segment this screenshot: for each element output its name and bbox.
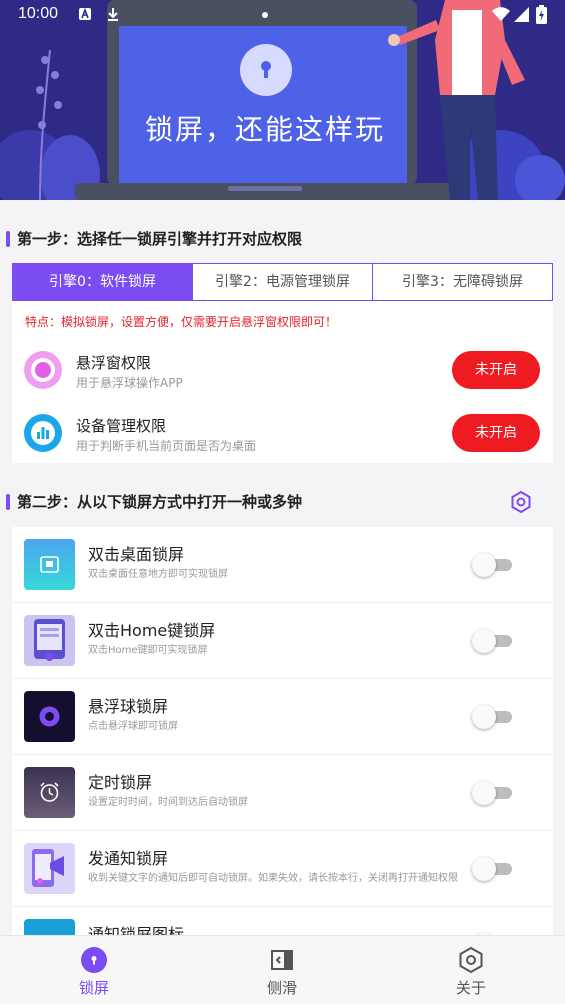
list-item-double-tap-desktop[interactable]: 双击桌面锁屏 双击桌面任意地方即可实现锁屏 bbox=[12, 527, 553, 603]
list-item-timed-lock[interactable]: 定时锁屏 设置定时时间，时间到达后自动锁屏 bbox=[12, 755, 553, 831]
notification-megaphone-icon bbox=[24, 843, 75, 894]
about-hexagon-icon bbox=[459, 946, 483, 974]
list-item-notification-lock[interactable]: 发通知锁屏 收到关键文字的通知后即可自动锁屏。如果失效，请长按本行，关闭再打开通… bbox=[12, 831, 553, 907]
method-title: 悬浮球锁屏 bbox=[88, 697, 169, 716]
method-title: 双击桌面锁屏 bbox=[88, 545, 185, 564]
bottom-nav: 锁屏 侧滑 关于 bbox=[0, 935, 565, 1004]
nav-side-swipe[interactable]: 侧滑 bbox=[188, 936, 376, 1004]
heading-accent-bar bbox=[6, 231, 10, 247]
notification-a-icon bbox=[79, 7, 91, 20]
lock-screen-icon bbox=[81, 947, 107, 973]
method-desc: 收到关键文字的通知后即可自动锁屏。如果失效，请长按本行，关闭再打开通知权限 bbox=[88, 873, 458, 884]
enable-floating-permission-button[interactable]: 未开启 bbox=[452, 351, 540, 389]
step2-title: 第二步：从以下锁屏方式中打开一种或多钟 bbox=[17, 493, 303, 511]
step1-heading: 第一步：选择任一锁屏引擎并打开对应权限 bbox=[0, 227, 565, 251]
double-home-icon bbox=[24, 615, 75, 666]
tab-engine-0[interactable]: 引擎0：软件锁屏 bbox=[13, 264, 193, 300]
device-admin-icon bbox=[24, 414, 62, 452]
wifi-icon bbox=[492, 7, 510, 21]
banner-illustration bbox=[0, 0, 565, 200]
double-tap-desktop-icon bbox=[24, 539, 75, 590]
status-bar: 10:00 bbox=[0, 0, 565, 30]
download-icon bbox=[108, 8, 118, 21]
method-title: 定时锁屏 bbox=[88, 773, 153, 792]
floating-ball-toggle[interactable] bbox=[472, 705, 514, 729]
list-item-notification-icon[interactable]: 通知锁屏图标 bbox=[12, 907, 553, 937]
nav-lock-screen[interactable]: 锁屏 bbox=[0, 936, 188, 1004]
enable-device-admin-button[interactable]: 未开启 bbox=[452, 414, 540, 452]
hexagon-settings-icon[interactable] bbox=[510, 490, 532, 514]
step2-heading: 第二步：从以下锁屏方式中打开一种或多钟 bbox=[0, 490, 565, 514]
permission-title: 悬浮窗权限 bbox=[76, 354, 152, 372]
nav-about[interactable]: 关于 bbox=[377, 936, 565, 1004]
double-tap-desktop-toggle[interactable] bbox=[472, 553, 514, 577]
permission-row-floating: 悬浮窗权限 用于悬浮球操作APP 未开启 bbox=[12, 345, 553, 395]
timed-lock-toggle[interactable] bbox=[472, 781, 514, 805]
list-item-floating-ball[interactable]: 悬浮球锁屏 点击悬浮球即可锁屏 bbox=[12, 679, 553, 755]
method-desc: 设置定时时间，时间到达后自动锁屏 bbox=[88, 797, 248, 808]
method-title: 发通知锁屏 bbox=[88, 849, 169, 868]
permission-desc: 用于判断手机当前页面是否为桌面 bbox=[76, 439, 257, 453]
permission-desc: 用于悬浮球操作APP bbox=[76, 376, 183, 390]
step1-title: 第一步：选择任一锁屏引擎并打开对应权限 bbox=[17, 230, 303, 248]
nav-label: 关于 bbox=[455, 979, 486, 997]
tab-engine-3[interactable]: 引擎3：无障碍锁屏 bbox=[373, 264, 552, 300]
side-swipe-icon bbox=[271, 950, 293, 970]
method-desc: 点击悬浮球即可锁屏 bbox=[88, 721, 178, 732]
method-title: 双击Home键锁屏 bbox=[88, 621, 216, 640]
permission-title: 设备管理权限 bbox=[76, 417, 167, 435]
method-desc: 双击桌面任意地方即可实现锁屏 bbox=[88, 569, 228, 580]
hero-banner: 锁屏，还能这样玩 bbox=[0, 0, 565, 200]
nav-label: 锁屏 bbox=[78, 979, 109, 997]
signal-icon bbox=[514, 7, 529, 22]
list-item-double-home[interactable]: 双击Home键锁屏 双击Home键即可实现锁屏 bbox=[12, 603, 553, 679]
engine-tabs: 引擎0：软件锁屏 引擎2：电源管理锁屏 引擎3：无障碍锁屏 bbox=[12, 263, 553, 301]
heading-accent-bar bbox=[6, 494, 10, 510]
banner-title: 锁屏，还能这样玩 bbox=[144, 113, 385, 146]
floating-window-icon bbox=[24, 351, 62, 389]
floating-ball-icon bbox=[24, 691, 75, 742]
notification-lock-toggle[interactable] bbox=[472, 857, 514, 881]
status-time: 10:00 bbox=[18, 5, 59, 22]
alarm-clock-icon bbox=[24, 767, 75, 818]
permission-row-device-admin: 设备管理权限 用于判断手机当前页面是否为桌面 未开启 bbox=[12, 408, 553, 458]
battery-icon bbox=[536, 5, 547, 24]
double-home-toggle[interactable] bbox=[472, 629, 514, 653]
engine-tip: 特点：模拟锁屏，设置方便，仅需要开启悬浮窗权限即可！ bbox=[25, 315, 338, 329]
method-desc: 双击Home键即可实现锁屏 bbox=[88, 645, 208, 656]
tab-engine-2[interactable]: 引擎2：电源管理锁屏 bbox=[193, 264, 373, 300]
nav-label: 侧滑 bbox=[266, 979, 297, 997]
lock-method-list: 双击桌面锁屏 双击桌面任意地方即可实现锁屏 双击Home键锁屏 双击Home键即… bbox=[12, 527, 553, 937]
permission-card: 特点：模拟锁屏，设置方便，仅需要开启悬浮窗权限即可！ 悬浮窗权限 用于悬浮球操作… bbox=[12, 301, 553, 463]
